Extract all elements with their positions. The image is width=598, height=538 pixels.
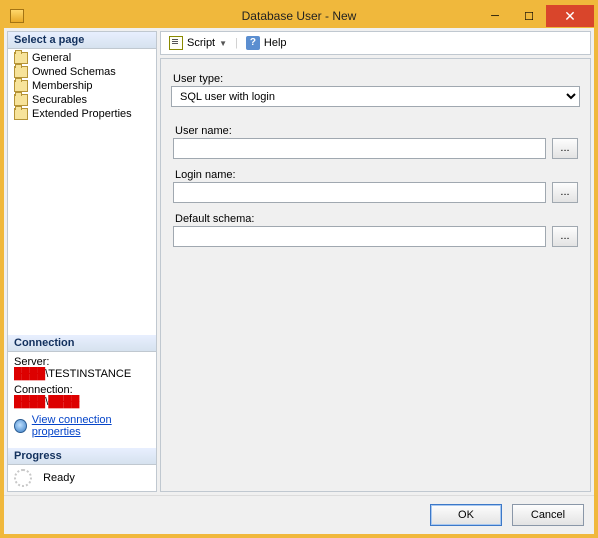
defaultschema-label: Default schema: [175, 213, 546, 225]
page-general[interactable]: General [12, 51, 152, 65]
help-icon: ? [246, 36, 260, 50]
progress-status: Ready [43, 472, 75, 484]
usertype-label: User type: [173, 73, 580, 85]
close-button[interactable]: ✕ [546, 5, 594, 27]
cancel-button[interactable]: Cancel [512, 504, 584, 526]
connection-header: Connection [8, 335, 156, 352]
page-securables[interactable]: Securables [12, 93, 152, 107]
content-panel: User type: SQL user with login User name… [160, 58, 591, 492]
page-membership[interactable]: Membership [12, 79, 152, 93]
username-input[interactable] [173, 138, 546, 159]
username-browse-button[interactable]: ... [552, 138, 578, 159]
loginname-browse-button[interactable]: ... [552, 182, 578, 203]
server-value: ████\TESTINSTANCE [14, 368, 150, 380]
globe-icon [14, 419, 27, 433]
footer: OK Cancel [4, 495, 594, 534]
defaultschema-browse-button[interactable]: ... [552, 226, 578, 247]
toolbar: Script ▼ | ? Help [160, 31, 591, 55]
page-extended-properties[interactable]: Extended Properties [12, 107, 152, 121]
usertype-select[interactable]: SQL user with login [171, 86, 580, 107]
titlebar[interactable]: Database User - New ─ ☐ ✕ [4, 4, 594, 28]
loginname-input[interactable] [173, 182, 546, 203]
view-connection-properties-link[interactable]: View connection properties [32, 414, 150, 438]
connection-value: ████\████ [14, 396, 150, 408]
loginname-label: Login name: [175, 169, 546, 181]
progress-header: Progress [8, 448, 156, 465]
page-owned-schemas[interactable]: Owned Schemas [12, 65, 152, 79]
page-icon [14, 94, 28, 106]
script-button[interactable]: Script ▼ [169, 36, 227, 50]
select-page-header: Select a page [8, 32, 156, 49]
minimize-button[interactable]: ─ [478, 5, 512, 27]
connection-label: Connection: [14, 384, 150, 396]
server-label: Server: [14, 356, 150, 368]
defaultschema-input[interactable] [173, 226, 546, 247]
page-icon [14, 52, 28, 64]
page-list: General Owned Schemas Membership Securab… [8, 49, 156, 123]
app-icon [10, 9, 24, 23]
username-label: User name: [175, 125, 546, 137]
page-icon [14, 108, 28, 120]
page-icon [14, 66, 28, 78]
chevron-down-icon: ▼ [219, 39, 227, 48]
dialog-window: Database User - New ─ ☐ ✕ Select a page … [0, 0, 598, 538]
window-title: Database User - New [242, 9, 357, 23]
script-icon [169, 36, 183, 50]
left-pane: Select a page General Owned Schemas Memb… [7, 31, 157, 492]
help-button[interactable]: ? Help [246, 36, 287, 50]
progress-body: Ready [8, 465, 156, 491]
ok-button[interactable]: OK [430, 504, 502, 526]
maximize-button[interactable]: ☐ [512, 5, 546, 27]
progress-spinner-icon [14, 469, 32, 487]
page-icon [14, 80, 28, 92]
